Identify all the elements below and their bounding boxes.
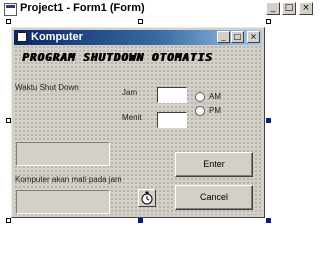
resize-handle-top — [138, 19, 143, 24]
form-icon — [17, 32, 27, 42]
shutdown-time-frame — [16, 190, 110, 214]
resize-handle-right[interactable] — [266, 118, 271, 123]
resize-handle-top-right — [266, 19, 271, 24]
menit-input[interactable] — [157, 112, 187, 128]
form-close-button[interactable]: × — [247, 31, 260, 43]
pm-label: PM — [209, 106, 221, 115]
pm-radio[interactable] — [195, 106, 205, 116]
cancel-button[interactable]: Cancel — [175, 185, 253, 210]
form-restore-button[interactable]: □ — [231, 31, 244, 43]
waktu-shutdown-label: Waktu Shut Down — [15, 83, 79, 92]
stopwatch-icon — [141, 191, 153, 205]
am-radio[interactable] — [195, 92, 205, 102]
timer-control[interactable] — [138, 189, 156, 207]
form-body: PROGRAM SHUTDOWN OTOMATIS Waktu Shut Dow… — [14, 45, 262, 215]
form-minimize-button[interactable]: _ — [217, 31, 230, 43]
menit-label: Menit — [122, 113, 142, 122]
resize-handle-bottom-right[interactable] — [266, 218, 271, 223]
form-title: Komputer — [31, 31, 83, 43]
enter-button[interactable]: Enter — [175, 152, 253, 177]
info-label: Komputer akan mati pada jam — [15, 175, 122, 184]
outer-minimize-button[interactable]: _ — [266, 2, 280, 15]
outer-window-title: Project1 - Form1 (Form) — [20, 2, 145, 14]
outer-restore-button[interactable]: □ — [282, 2, 296, 15]
resize-handle-top-left — [6, 19, 11, 24]
form-title-bar: Komputer _ □ × — [14, 30, 262, 45]
resize-handle-bottom[interactable] — [138, 218, 143, 223]
outer-close-button[interactable]: × — [299, 2, 313, 15]
time-display-frame — [16, 142, 110, 166]
project-window-icon — [4, 3, 17, 16]
program-heading: PROGRAM SHUTDOWN OTOMATIS — [22, 51, 213, 64]
outer-title-bar: Project1 - Form1 (Form) _ □ × — [0, 0, 320, 19]
jam-label: Jam — [122, 88, 138, 97]
am-label: AM — [209, 92, 221, 101]
resize-handle-bottom-left — [6, 218, 11, 223]
form-window: Komputer _ □ × PROGRAM SHUTDOWN OTOMATIS… — [11, 27, 265, 218]
jam-input[interactable] — [157, 87, 187, 103]
